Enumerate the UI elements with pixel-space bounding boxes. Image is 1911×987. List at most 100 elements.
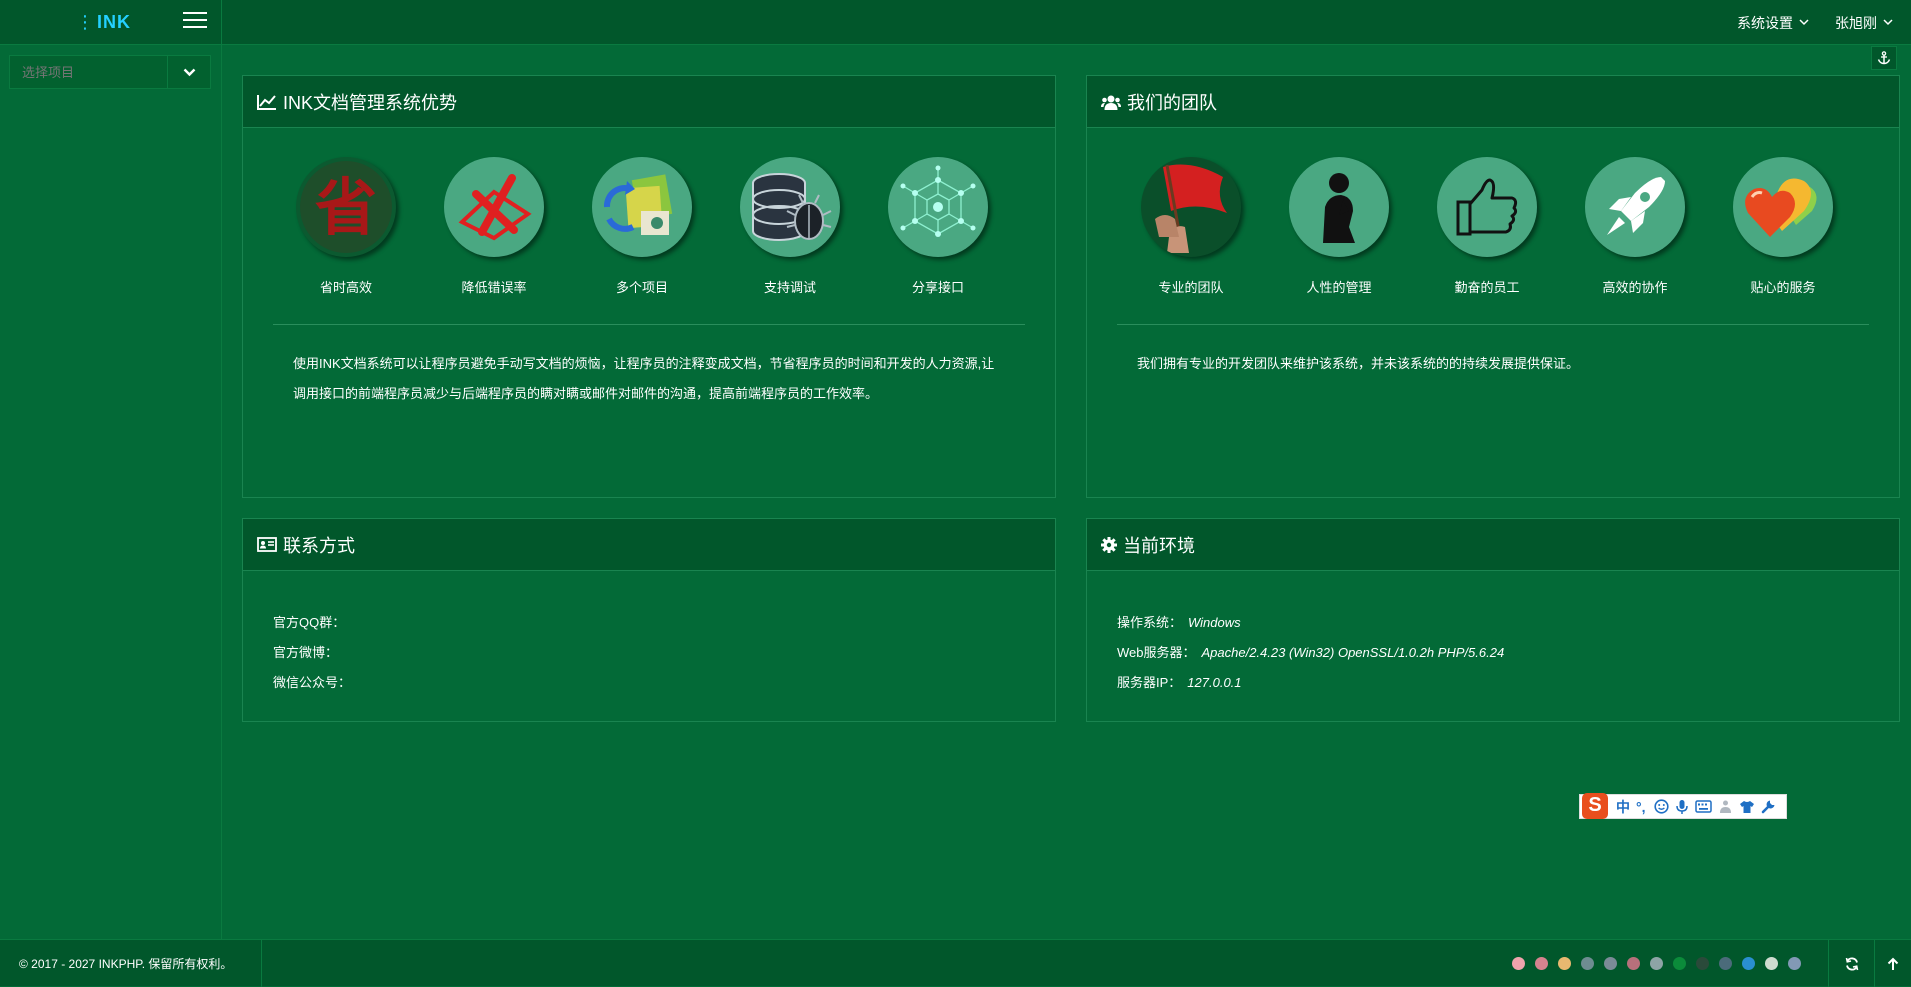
theme-swatch[interactable]: [1604, 957, 1617, 970]
user-name-label: 张旭刚: [1835, 14, 1877, 31]
environment-panel: 当前环境 操作系统： Windows Web服务器： Apache/2.4.23 (…: [1086, 518, 1900, 722]
logo-text: INK: [97, 12, 131, 32]
rocket-icon: [1585, 157, 1685, 257]
theme-swatch[interactable]: [1673, 957, 1686, 970]
web-server-value: Apache/2.4.23 (Win32) OpenSSL/1.0.2h PHP…: [1201, 645, 1505, 660]
qq-group-row: 官方QQ群：: [273, 608, 1055, 638]
web-server-label: Web服务器：: [1117, 645, 1196, 660]
address-card-icon: [257, 537, 277, 552]
seal-character-icon: 省: [296, 157, 396, 257]
weibo-label: 官方微博：: [273, 645, 339, 660]
team-caring-service[interactable]: 贴心的服务: [1709, 157, 1857, 296]
contact-title: 联系方式: [283, 535, 355, 556]
team-efficient-collaboration[interactable]: 高效的协作: [1561, 157, 1709, 296]
team-professional[interactable]: 专业的团队: [1117, 157, 1265, 296]
sogou-logo-icon[interactable]: S: [1582, 792, 1608, 819]
advantages-title: INK文档管理系统优势: [283, 92, 458, 113]
project-select[interactable]: [9, 55, 211, 89]
chevron-down-icon: [1883, 19, 1893, 26]
environment-panel-header: 当前环境: [1087, 519, 1899, 571]
hearts-icon: [1733, 157, 1833, 257]
os-label: 操作系统：: [1117, 615, 1183, 630]
feature-multi-project[interactable]: 多个项目: [568, 157, 716, 296]
os-value: Windows: [1188, 615, 1241, 630]
skin-shirt-icon[interactable]: [1739, 800, 1755, 814]
feature-label: 多个项目: [615, 280, 668, 295]
network-nodes-icon: [888, 157, 988, 257]
feature-share-api[interactable]: 分享接口: [864, 157, 1012, 296]
advantages-description: 使用INK文档系统可以让程序员避免手动写文档的烦恼，让程序员的注释变成文档，节省…: [293, 356, 995, 401]
ime-toolbar[interactable]: S 中 °,: [1579, 792, 1787, 819]
anchor-icon: [1877, 51, 1891, 65]
team-diligent-staff[interactable]: 勤奋的员工: [1413, 157, 1561, 296]
theme-swatch[interactable]: [1650, 957, 1663, 970]
advantages-panel: INK文档管理系统优势 省 省时高效 降低错误率 多个项目 支持调试 分享接口 …: [242, 75, 1056, 498]
team-humane-management[interactable]: 人性的管理: [1265, 157, 1413, 296]
red-flag-icon: [1141, 157, 1241, 257]
feature-reduce-errors[interactable]: 降低错误率: [420, 157, 568, 296]
refresh-button[interactable]: [1828, 940, 1874, 987]
team-description: 我们拥有专业的开发团队来维护该系统，并未该系统的的持续发展提供保证。: [1137, 356, 1580, 371]
theme-swatch[interactable]: [1696, 957, 1709, 970]
theme-swatch[interactable]: [1765, 957, 1778, 970]
microphone-icon[interactable]: [1675, 799, 1689, 815]
ime-chinese-mode[interactable]: 中: [1616, 797, 1630, 817]
feature-save-time[interactable]: 省 省时高效: [272, 157, 420, 296]
environment-title: 当前环境: [1123, 535, 1195, 556]
line-chart-icon: [257, 94, 276, 110]
theme-swatch[interactable]: [1627, 957, 1640, 970]
wrench-icon[interactable]: [1761, 799, 1776, 814]
gear-icon: [1101, 536, 1117, 553]
feature-label: 省时高效: [319, 280, 372, 295]
theme-swatch[interactable]: [1512, 957, 1525, 970]
anchor-button[interactable]: [1871, 46, 1897, 70]
logo-dots: ⋮: [76, 12, 94, 32]
user-menu[interactable]: 张旭刚: [1835, 13, 1893, 33]
system-settings-menu[interactable]: 系统设置: [1737, 13, 1809, 33]
team-label: 专业的团队: [1158, 280, 1224, 295]
team-icon-row: 专业的团队 人性的管理 勤奋的员工 高效的协作 贴心的服务: [1087, 157, 1899, 296]
chevron-down-icon: [183, 68, 195, 76]
qq-group-label: 官方QQ群：: [273, 615, 346, 630]
thinker-silhouette-icon: [1289, 157, 1389, 257]
divider: [1117, 324, 1869, 325]
feature-debug-support[interactable]: 支持调试: [716, 157, 864, 296]
weibo-row: 官方微博：: [273, 638, 1055, 668]
red-cross-icon: [444, 157, 544, 257]
theme-swatch[interactable]: [1719, 957, 1732, 970]
team-panel-header: 我们的团队: [1087, 76, 1899, 128]
users-icon: [1101, 95, 1121, 110]
project-select-dropdown-button[interactable]: [168, 56, 210, 88]
theme-swatch[interactable]: [1581, 957, 1594, 970]
svg-text:省: 省: [315, 171, 377, 244]
ime-punctuation[interactable]: °,: [1636, 799, 1646, 815]
feature-label: 支持调试: [763, 280, 816, 295]
theme-swatch[interactable]: [1788, 957, 1801, 970]
feature-label: 降低错误率: [461, 280, 527, 295]
emoji-icon[interactable]: [1653, 799, 1669, 814]
team-label: 高效的协作: [1602, 280, 1668, 295]
theme-color-swatches: [1512, 957, 1811, 970]
wechat-row: 微信公众号：: [273, 668, 1055, 698]
chevron-down-icon: [1799, 19, 1809, 26]
back-to-top-button[interactable]: [1874, 940, 1911, 987]
contact-panel-header: 联系方式: [243, 519, 1055, 571]
theme-swatch[interactable]: [1558, 957, 1571, 970]
thumbs-up-icon: [1437, 157, 1537, 257]
user-hands-icon[interactable]: [1718, 799, 1733, 814]
refresh-icon: [1845, 957, 1858, 970]
copyright-text: © 2017 - 2027 INKPHP. 保留所有权利。: [0, 940, 262, 987]
arrow-up-icon: [1887, 957, 1899, 970]
project-select-input[interactable]: [10, 56, 168, 88]
top-nav: 系统设置 张旭刚: [1711, 0, 1893, 45]
keyboard-icon[interactable]: [1694, 800, 1712, 813]
menu-toggle-icon[interactable]: [183, 12, 207, 32]
system-settings-label: 系统设置: [1737, 14, 1793, 31]
team-panel: 我们的团队 专业的团队 人性的管理 勤奋的员工 高效的协作 贴心的服务 我们拥有…: [1086, 75, 1900, 498]
web-server-row: Web服务器： Apache/2.4.23 (Win32) OpenSSL/1.0…: [1117, 638, 1899, 668]
feature-label: 分享接口: [911, 280, 964, 295]
theme-swatch[interactable]: [1535, 957, 1548, 970]
theme-swatch[interactable]: [1742, 957, 1755, 970]
divider: [273, 324, 1025, 325]
server-ip-label: 服务器IP：: [1117, 675, 1182, 690]
